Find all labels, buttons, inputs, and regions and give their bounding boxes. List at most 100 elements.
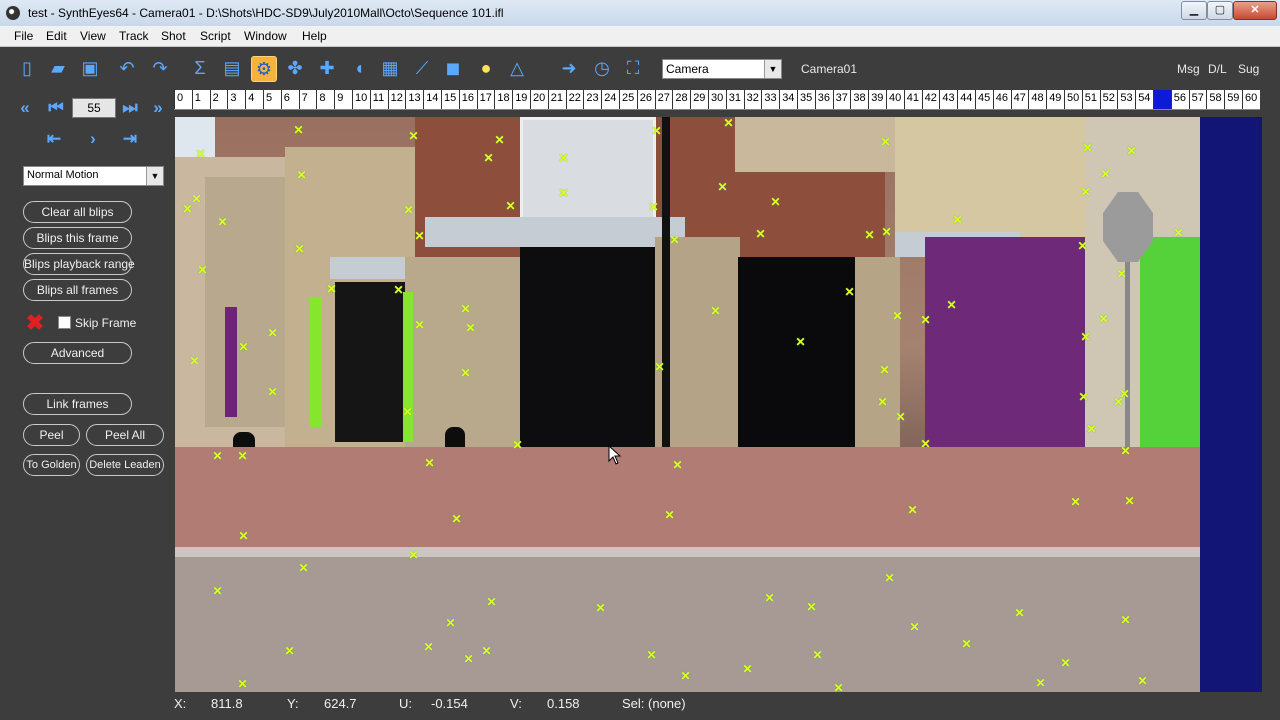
graph-icon[interactable]: ⟋ <box>410 56 434 80</box>
camera-viewport[interactable]: ✕ ✕ ✕ ✕ ✕ ✕ ✕ ✕ ✕ ✕ ✕ ✕ ✕ ✕ ✕ ✕ ✕ ✕ ✕ ✕ … <box>175 117 1200 692</box>
play-icon[interactable]: › <box>81 128 105 150</box>
ruler-tick[interactable]: 33 <box>761 90 779 109</box>
ruler-tick[interactable]: 31 <box>725 90 744 109</box>
tracker-marker[interactable]: ✕ <box>424 457 435 469</box>
tracker-marker[interactable]: ✕ <box>189 355 200 367</box>
tracker-marker[interactable]: ✕ <box>237 678 248 690</box>
blips-all-frames-button[interactable]: Blips all frames <box>23 279 132 301</box>
ruler-tick[interactable]: 15 <box>441 90 459 109</box>
ruler-tick[interactable]: 27 <box>654 90 673 109</box>
ruler-tick[interactable]: 29 <box>690 90 708 109</box>
tracker-marker[interactable]: ✕ <box>460 303 471 315</box>
tracker-marker[interactable]: ✕ <box>505 200 516 212</box>
lens-icon[interactable]: ◖ <box>347 56 371 80</box>
ruler-tick[interactable]: 41 <box>903 90 922 109</box>
ruler-tick[interactable]: 36 <box>814 90 833 109</box>
menu-window[interactable]: Window <box>244 29 287 43</box>
tracker-marker[interactable]: ✕ <box>877 396 888 408</box>
ruler-tick[interactable]: 20 <box>530 90 548 109</box>
tracker-marker[interactable]: ✕ <box>486 596 497 608</box>
tracker-marker[interactable]: ✕ <box>920 438 931 450</box>
tracker-marker[interactable]: ✕ <box>755 228 766 240</box>
tracker-marker[interactable]: ✕ <box>1035 677 1046 689</box>
ruler-tick[interactable]: 35 <box>797 90 815 109</box>
tracker-marker[interactable]: ✕ <box>1113 396 1124 408</box>
tracker-marker[interactable]: ✕ <box>284 645 295 657</box>
tracker-marker[interactable]: ✕ <box>806 601 817 613</box>
clear-all-blips-button[interactable]: Clear all blips <box>23 201 132 223</box>
tracker-marker[interactable]: ✕ <box>654 361 665 373</box>
ruler-tick[interactable]: 52 <box>1099 90 1118 109</box>
minimize-button[interactable]: ▁ <box>1181 1 1207 20</box>
ruler-tick[interactable]: 24 <box>601 90 619 109</box>
tracker-marker[interactable]: ✕ <box>892 310 903 322</box>
chevron-down-icon[interactable]: ▼ <box>146 167 163 185</box>
tracker-marker[interactable]: ✕ <box>646 649 657 661</box>
tracker-panel-gear-icon[interactable]: ⚙ <box>251 56 277 82</box>
ruler-tick[interactable]: 42 <box>921 90 940 109</box>
ruler-tick[interactable]: 40 <box>886 90 904 109</box>
chevron-down-icon[interactable]: ▼ <box>764 60 781 78</box>
tracker-marker[interactable]: ✕ <box>880 136 891 148</box>
tracker-marker[interactable]: ✕ <box>651 125 662 137</box>
tracker-marker[interactable]: ✕ <box>558 187 569 199</box>
tracker-marker[interactable]: ✕ <box>742 663 753 675</box>
maximize-button[interactable]: ▢ <box>1207 1 1233 20</box>
redo-icon[interactable]: ↷ <box>148 56 172 80</box>
tracker-marker[interactable]: ✕ <box>717 181 728 193</box>
tracker-marker[interactable]: ✕ <box>672 459 683 471</box>
ruler-tick[interactable]: 7 <box>298 90 317 109</box>
tracker-marker[interactable]: ✕ <box>946 299 957 311</box>
tracker-marker[interactable]: ✕ <box>212 585 223 597</box>
tracker-marker[interactable]: ✕ <box>238 341 249 353</box>
tracker-marker[interactable]: ✕ <box>1098 313 1109 325</box>
forward-arrow-icon[interactable]: ➜ <box>557 56 581 80</box>
light-bulb-icon[interactable]: ● <box>474 56 498 80</box>
tracker-marker[interactable]: ✕ <box>952 214 963 226</box>
tracker-marker[interactable]: ✕ <box>1100 168 1111 180</box>
ruler-tick[interactable]: 13 <box>405 90 423 109</box>
menu-track[interactable]: Track <box>119 29 149 43</box>
open-folder-icon[interactable]: ▰ <box>46 56 70 80</box>
tracker-marker[interactable]: ✕ <box>764 592 775 604</box>
tracker-marker[interactable]: ✕ <box>1070 496 1081 508</box>
ruler-tick[interactable]: 18 <box>494 90 512 109</box>
tracker-marker[interactable]: ✕ <box>294 243 305 255</box>
next-key-icon[interactable]: ⇥ <box>118 128 142 150</box>
tracker-marker[interactable]: ✕ <box>403 204 414 216</box>
save-icon[interactable]: ▣ <box>78 56 102 80</box>
tracker-marker[interactable]: ✕ <box>191 193 202 205</box>
menu-shot[interactable]: Shot <box>161 29 186 43</box>
ruler-tick[interactable]: 56 <box>1170 90 1189 109</box>
tracker-marker[interactable]: ✕ <box>195 148 206 160</box>
tracker-marker[interactable]: ✕ <box>298 562 309 574</box>
tracker-marker[interactable]: ✕ <box>460 367 471 379</box>
tracker-marker[interactable]: ✕ <box>463 653 474 665</box>
ruler-tick[interactable]: 16 <box>458 90 477 109</box>
delete-leaden-button[interactable]: Delete Leaden <box>86 454 164 476</box>
blips-playback-range-button[interactable]: Blips playback range <box>23 253 135 275</box>
motion-type-select[interactable]: Normal Motion ▼ <box>23 166 164 186</box>
ruler-tick[interactable]: 49 <box>1046 90 1064 109</box>
tracker-marker[interactable]: ✕ <box>1014 607 1025 619</box>
tracker-marker[interactable]: ✕ <box>1086 423 1097 435</box>
ruler-tick[interactable]: 22 <box>565 90 584 109</box>
tracker-marker[interactable]: ✕ <box>296 169 307 181</box>
paw-icon[interactable]: ✤ <box>283 56 307 80</box>
ruler-tick[interactable]: 44 <box>957 90 975 109</box>
ruler-tick[interactable]: 46 <box>992 90 1011 109</box>
ruler-tick[interactable]: 11 <box>369 90 388 109</box>
tracker-marker[interactable]: ✕ <box>197 264 208 276</box>
ruler-tick[interactable]: 12 <box>387 90 406 109</box>
go-end-icon[interactable]: ⏭ <box>118 97 142 119</box>
menu-help[interactable]: Help <box>302 29 327 43</box>
tracker-marker[interactable]: ✕ <box>669 234 680 246</box>
tracker-marker[interactable]: ✕ <box>1116 268 1127 280</box>
delete-x-icon[interactable]: ✖ <box>25 312 45 334</box>
tracker-marker[interactable]: ✕ <box>812 649 823 661</box>
tracker-marker[interactable]: ✕ <box>895 411 906 423</box>
time-ruler[interactable]: 0 1 2 3 4 5 6 7 8 9 10 11 12 13 14 15 16 17 18 19 20 21 22 23 24… <box>174 90 1260 110</box>
ruler-tick[interactable]: 55 <box>1153 90 1171 109</box>
ruler-tick[interactable]: 32 <box>743 90 762 109</box>
tracker-marker[interactable]: ✕ <box>864 229 875 241</box>
